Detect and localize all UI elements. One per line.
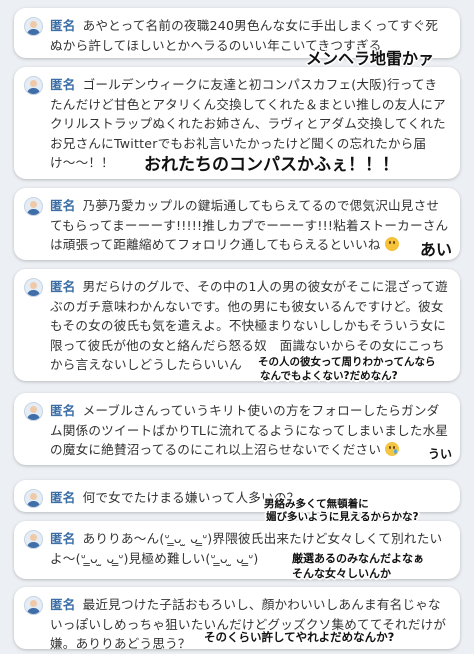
- caption-overlay: うい: [428, 447, 453, 461]
- author-name: 匿名: [50, 531, 76, 546]
- user-avatar-icon: [24, 278, 43, 297]
- user-avatar-icon: [24, 17, 43, 36]
- caption-overlay: なんでもよくない?だめなん?: [260, 370, 398, 382]
- author-name: 匿名: [50, 490, 76, 505]
- author-name: 匿名: [50, 597, 76, 612]
- post-card[interactable]: 匿名 乃夢乃愛カップルの鍵垢通してもらえてるので偲気沢山見させてもらってまーーーす…: [14, 188, 460, 260]
- caption-overlay: そんな女々しいんか: [292, 567, 391, 580]
- user-avatar-icon: [24, 489, 43, 508]
- smiling-emoji-icon: [384, 237, 399, 251]
- user-avatar-icon: [24, 596, 43, 615]
- author-name: 匿名: [50, 18, 76, 33]
- author-name: 匿名: [50, 77, 76, 92]
- post-card[interactable]: 匿名 何で女でたけまる嫌いって人多いの？: [14, 480, 460, 512]
- sad-tear-emoji-icon: [385, 442, 400, 456]
- user-avatar-icon: [24, 197, 43, 216]
- caption-overlay: あい: [420, 240, 453, 259]
- user-avatar-icon: [24, 402, 43, 421]
- post-card[interactable]: 匿名 メーブルさんっていうキリト使いの方をフォローしたらガンダム関係のツイートばか…: [14, 393, 460, 465]
- author-name: 匿名: [50, 279, 76, 294]
- caption-overlay: その人の彼女って周りわかってんなら: [258, 356, 436, 368]
- caption-overlay: そのくらい許してやれよだめなんか?: [204, 630, 395, 644]
- caption-overlay: 厳選あるのみなんだよなぁ: [292, 552, 424, 565]
- caption-overlay: メンヘラ地雷かァ: [306, 49, 435, 68]
- user-avatar-icon: [24, 530, 43, 549]
- caption-overlay: おれたちのコンパスかふぇ！！！: [144, 155, 399, 175]
- user-avatar-icon: [24, 76, 43, 95]
- author-name: 匿名: [50, 198, 76, 213]
- author-name: 匿名: [50, 403, 76, 418]
